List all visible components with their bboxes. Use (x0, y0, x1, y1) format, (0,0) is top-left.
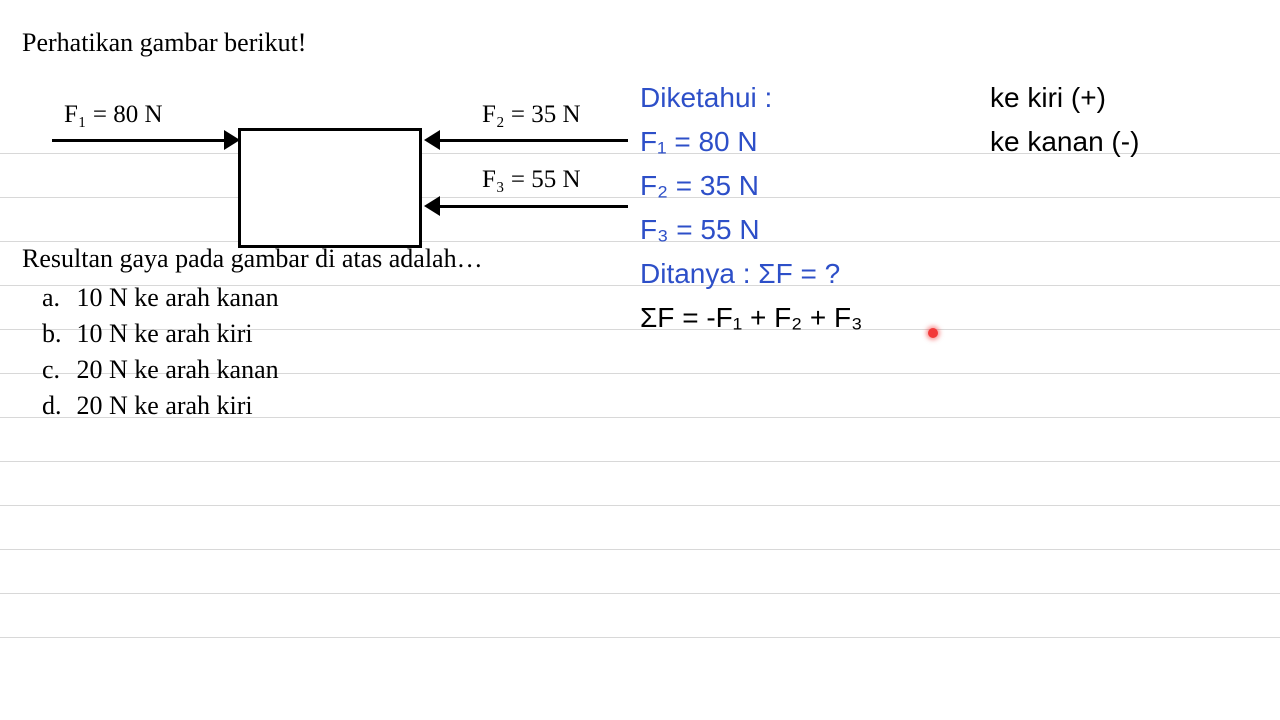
given-f1: F₁ = 80 N (640, 120, 980, 164)
problem-block: Perhatikan gambar berikut! F₁ = 80 N F₂ … (22, 28, 612, 424)
option-text: 20 N ke arah kiri (77, 391, 253, 420)
f2-arrow-head-icon (424, 130, 440, 150)
option-text: 10 N ke arah kiri (77, 319, 253, 348)
given-f3: F₃ = 55 N (640, 208, 980, 252)
f3-arrow-head-icon (424, 196, 440, 216)
solution-block: Diketahui : F₁ = 80 N F₂ = 35 N F₃ = 55 … (640, 76, 980, 340)
diagram-box (238, 128, 422, 248)
option-b: b. 10 N ke arah kiri (42, 316, 612, 352)
option-d: d. 20 N ke arah kiri (42, 388, 612, 424)
laser-pointer-icon (928, 328, 938, 338)
option-c: c. 20 N ke arah kanan (42, 352, 612, 388)
asked: Ditanya : ΣF = ? (640, 252, 980, 296)
option-text: 10 N ke arah kanan (77, 283, 279, 312)
option-letter: b. (42, 316, 70, 352)
problem-title: Perhatikan gambar berikut! (22, 28, 612, 58)
options-list: a. 10 N ke arah kanan b. 10 N ke arah ki… (42, 280, 612, 424)
f1-arrow-line (52, 139, 224, 142)
sign-left: ke kiri (+) (990, 76, 1230, 120)
f2-label: F₂ = 35 N (482, 101, 581, 129)
option-a: a. 10 N ke arah kanan (42, 280, 612, 316)
force-diagram: F₁ = 80 N F₂ = 35 N F₃ = 55 N (52, 104, 632, 264)
sign-right: ke kanan (-) (990, 120, 1230, 164)
option-letter: d. (42, 388, 70, 424)
given-f2: F₂ = 35 N (640, 164, 980, 208)
f2-arrow-line (440, 139, 628, 142)
f3-label: F₃ = 55 N (482, 166, 581, 194)
f3-arrow-line (440, 205, 628, 208)
sign-convention-block: ke kiri (+) ke kanan (-) (990, 76, 1230, 164)
option-letter: a. (42, 280, 70, 316)
f1-label: F₁ = 80 N (64, 101, 163, 129)
option-letter: c. (42, 352, 70, 388)
given-header: Diketahui : (640, 76, 980, 120)
option-text: 20 N ke arah kanan (77, 355, 279, 384)
